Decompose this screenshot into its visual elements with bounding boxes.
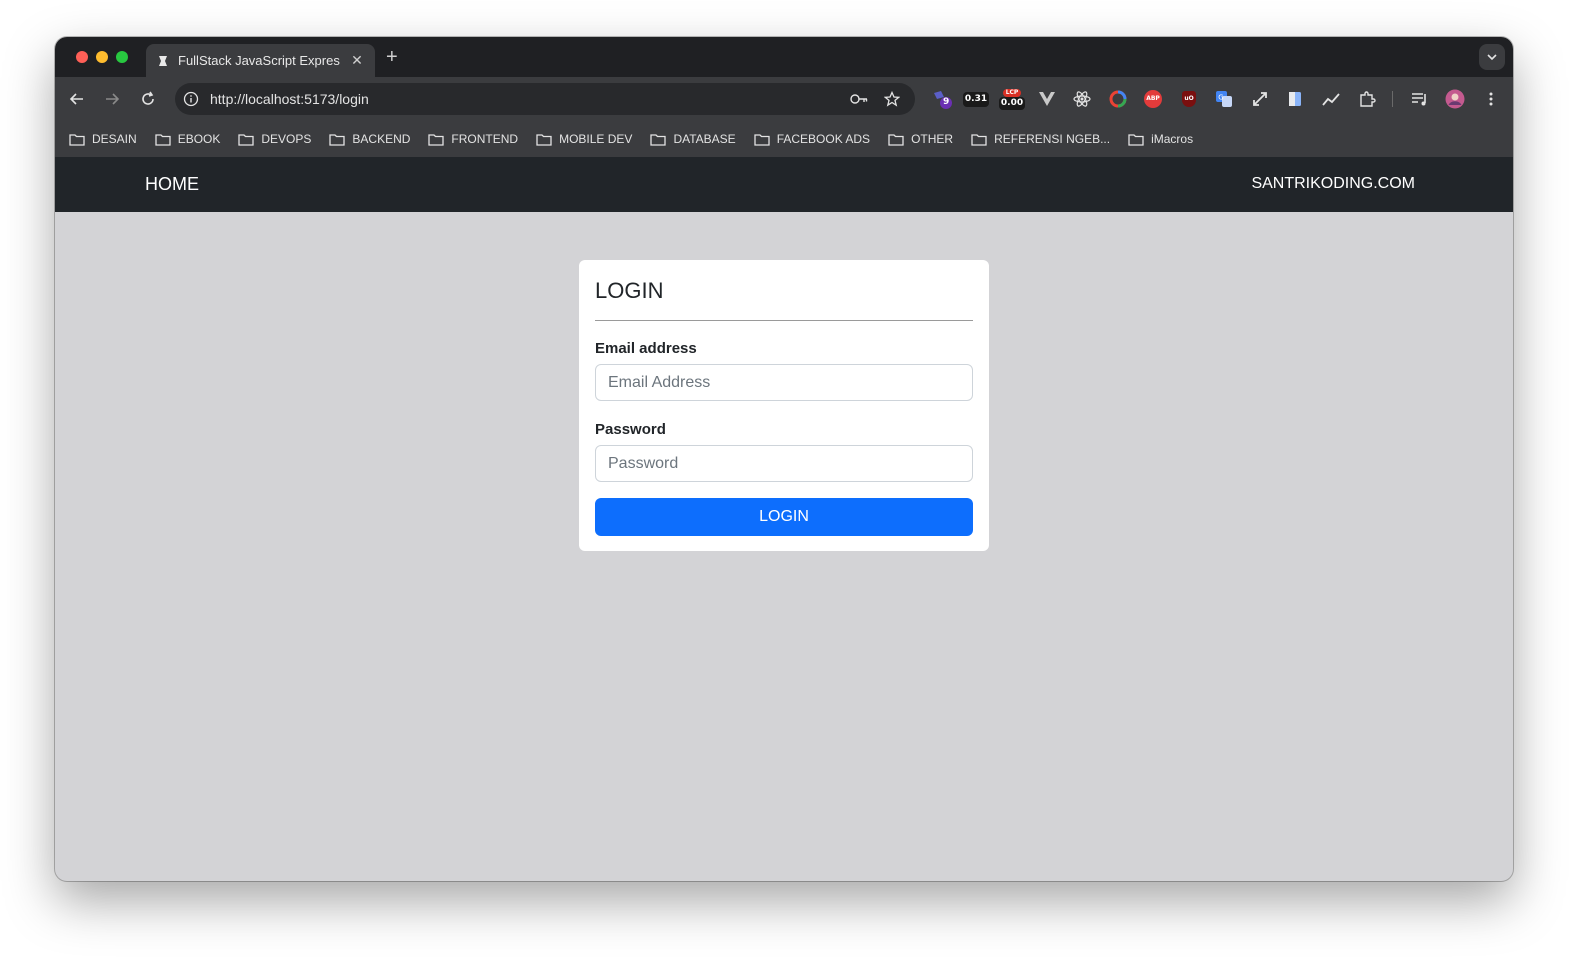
tab-title: FullStack JavaScript Express (178, 53, 340, 68)
bookmark-label: OTHER (911, 132, 954, 146)
web-vitals-lcp-icon[interactable]: LCP 0.00 (998, 88, 1026, 110)
extensions-puzzle-icon[interactable] (1356, 88, 1378, 110)
bookmark-folder[interactable]: DESAIN (69, 127, 137, 151)
bookmark-folder[interactable]: EBOOK (155, 127, 221, 151)
reload-button[interactable] (138, 89, 158, 109)
folder-icon (536, 133, 552, 146)
expand-arrows-icon[interactable] (1249, 88, 1271, 110)
arrow-left-icon (69, 93, 83, 105)
address-bar[interactable]: http://localhost:5173/login (175, 83, 915, 115)
media-controls-icon[interactable] (1409, 88, 1431, 110)
tab-close-icon[interactable]: ✕ (350, 52, 364, 69)
bookmark-folder[interactable]: FRONTEND (428, 127, 518, 151)
window-close-button[interactable] (76, 51, 88, 63)
bookmark-folder[interactable]: DEVOPS (238, 127, 311, 151)
ublock-origin-icon[interactable]: uO (1178, 88, 1200, 110)
folder-icon (329, 133, 346, 146)
window-maximize-button[interactable] (116, 51, 128, 63)
cls-value: 0.31 (962, 91, 990, 107)
login-button[interactable]: LOGIN (595, 498, 973, 536)
bookmark-label: EBOOK (177, 132, 221, 146)
adblock-label: ABP (1144, 90, 1162, 108)
ublock-label: uO (1182, 91, 1196, 107)
lcp-value: 0.00 (998, 96, 1026, 110)
bookmark-label: iMacros (1151, 132, 1194, 146)
bookmark-folder[interactable]: DATABASE (650, 127, 736, 151)
extension-badge-count: 9 (943, 97, 950, 107)
back-button[interactable] (67, 89, 87, 109)
folder-icon (238, 133, 255, 146)
tab-strip: FullStack JavaScript Express ✕ + (55, 37, 1513, 77)
arrow-right-icon (106, 93, 120, 105)
login-card: LOGIN Email address Password LOGIN (579, 260, 989, 551)
address-url: http://localhost:5173/login (210, 91, 369, 107)
analytics-chart-icon[interactable] (1320, 88, 1342, 110)
password-key-icon[interactable] (850, 91, 868, 107)
bookmark-label: FRONTEND (451, 132, 519, 146)
extension-badge-icon[interactable]: 9 (931, 88, 953, 110)
forward-button[interactable] (102, 89, 122, 109)
express-favicon-icon (156, 54, 170, 68)
folder-icon (754, 133, 770, 146)
google-translate-icon[interactable]: G (1213, 88, 1235, 110)
document-extension-icon[interactable] (1284, 88, 1306, 110)
bookmark-label: BACKEND (352, 132, 411, 146)
lcp-label: LCP (1002, 88, 1022, 97)
folder-icon (428, 133, 445, 146)
new-tab-button[interactable]: + (386, 46, 398, 68)
folder-icon (69, 133, 85, 146)
browser-window: FullStack JavaScript Express ✕ + http://… (55, 37, 1513, 881)
adblock-plus-icon[interactable]: ABP (1142, 88, 1164, 110)
react-devtools-icon[interactable] (1071, 88, 1093, 110)
bookmark-label: DATABASE (673, 132, 736, 146)
bookmark-label: MOBILE DEV (559, 132, 633, 146)
password-input[interactable] (595, 445, 973, 482)
app-navbar: HOME SANTRIKODING.COM (55, 157, 1513, 212)
browser-tab-active[interactable]: FullStack JavaScript Express ✕ (146, 44, 375, 77)
folder-icon (971, 133, 987, 146)
nav-santrikoding-link[interactable]: SANTRIKODING.COM (1251, 175, 1415, 193)
site-info-icon[interactable] (183, 91, 199, 107)
bookmark-folder[interactable]: REFERENSI NGEB... (971, 127, 1110, 151)
reload-icon (142, 91, 154, 105)
nav-home-link[interactable]: HOME (145, 174, 199, 195)
bookmark-label: DEVOPS (261, 132, 312, 146)
bookmark-folder[interactable]: OTHER (888, 127, 953, 151)
bookmark-label: DESAIN (92, 132, 137, 146)
bookmarks-bar: DESAIN EBOOK DEVOPS BACKEND FRONTEND MOB… (55, 121, 1513, 157)
card-divider (595, 320, 973, 321)
svg-text:G: G (1218, 94, 1223, 102)
profile-avatar[interactable] (1444, 88, 1466, 110)
bookmark-label: FACEBOOK ADS (776, 132, 871, 146)
tab-search-button[interactable] (1479, 44, 1505, 70)
email-label: Email address (595, 340, 697, 357)
browser-menu-icon[interactable] (1480, 88, 1502, 110)
login-title: LOGIN (595, 278, 664, 303)
bookmark-folder[interactable]: MOBILE DEV (536, 127, 632, 151)
password-label: Password (595, 421, 666, 438)
folder-icon (1128, 133, 1144, 146)
bookmark-star-icon[interactable] (883, 91, 901, 107)
vue-devtools-icon[interactable] (1036, 88, 1058, 110)
bookmark-folder[interactable]: BACKEND (329, 127, 410, 151)
toolbar-divider (1392, 91, 1393, 107)
folder-icon (888, 133, 904, 146)
color-picker-icon[interactable] (1107, 88, 1129, 110)
email-input[interactable] (595, 364, 973, 401)
window-minimize-button[interactable] (96, 51, 108, 63)
folder-icon (155, 133, 171, 146)
chevron-down-icon (1487, 54, 1497, 61)
browser-toolbar: http://localhost:5173/login 9 0.31 LCP 0… (55, 77, 1513, 121)
web-vitals-cls-icon[interactable]: 0.31 (962, 88, 990, 110)
bookmark-label: REFERENSI NGEB... (994, 132, 1111, 146)
bookmark-folder[interactable]: iMacros (1128, 127, 1193, 151)
bookmark-folder[interactable]: FACEBOOK ADS (754, 127, 870, 151)
folder-icon (650, 133, 667, 146)
